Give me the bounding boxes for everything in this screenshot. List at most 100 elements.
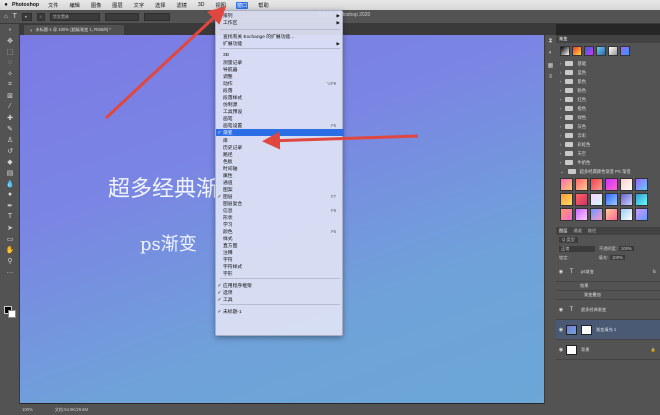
window-menu-item[interactable]: 工作区 ▶ [216,19,344,27]
window-menu-item[interactable]: 测量记录 [216,59,344,66]
gradient-preset[interactable] [575,178,588,191]
pen-tool-icon[interactable]: ✒ [0,200,20,211]
gradient-preset[interactable] [560,208,573,221]
collapse-icon[interactable]: » [0,24,20,35]
window-menu-item[interactable]: 画笔设置 F5 [216,122,344,129]
layer-effect-item[interactable]: 渐变叠加 [556,291,660,300]
gradient-folder[interactable]: › 灰色 [556,122,660,131]
move-tool-icon[interactable]: ✥ [0,35,20,46]
gradient-preset[interactable] [605,208,618,221]
font-style-select[interactable] [104,12,139,21]
menu-layer[interactable]: 图层 [111,2,123,9]
menu-help[interactable]: 帮助 [257,2,269,9]
close-icon[interactable]: × [30,28,32,33]
gradient-folder[interactable]: › 彩虹色 [556,140,660,149]
window-menu-item[interactable]: 工具预设 [216,108,344,115]
gradient-preset[interactable] [635,193,648,206]
gradient-folder[interactable]: › 基础 [556,59,660,68]
gradient-preset[interactable] [620,193,633,206]
gradient-preset[interactable] [635,208,648,221]
gradient-preset[interactable] [575,208,588,221]
window-menu-item[interactable]: 画笔 [216,115,344,122]
text-orientation-icon[interactable]: ↕ [36,12,45,21]
magic-wand-icon[interactable]: ✧ [0,68,20,79]
window-menu-item[interactable]: ✓ 图层 F7 [216,193,344,201]
window-menu-item[interactable]: 段落 [216,87,344,94]
menu-select[interactable]: 选择 [154,2,166,9]
window-menu-item[interactable]: 3D [216,52,344,59]
window-menu-item[interactable]: 历史记录 [216,144,344,151]
gradient-folder[interactable]: › 牛奶色 [556,158,660,167]
document-info[interactable]: 文档:54.9K/29.6M [55,407,88,413]
eyedropper-icon[interactable]: ⁄ [0,101,20,112]
layer-row-selected[interactable]: ◉ 渐变填充 1 [556,320,660,340]
fill-value[interactable]: 100% [610,255,625,260]
blur-tool-icon[interactable]: 💧 [0,178,20,189]
gradient-swatch[interactable] [620,46,630,56]
menu-file[interactable]: 文件 [47,2,59,9]
color-panel-icon[interactable]: ◐ [545,47,556,59]
hand-tool-icon[interactable]: ✋ [0,244,20,255]
tool-preset-dropdown[interactable]: ▾ [21,12,32,21]
background-color-swatch[interactable] [8,310,16,318]
window-menu-item[interactable]: 排列 ▶ [216,12,344,20]
window-menu-item[interactable]: 时间轴 [216,165,344,172]
window-menu-item[interactable]: 注释 [216,249,344,256]
menu-view[interactable]: 视图 [214,2,226,9]
gradient-preset[interactable] [605,178,618,191]
window-menu-item[interactable]: 字符样式 [216,263,344,270]
gradient-folder[interactable]: › 绿色 [556,113,660,122]
window-menu-item[interactable]: 导航器 [216,66,344,73]
window-menu-item[interactable]: 图案 [216,186,344,193]
window-menu-item[interactable]: 路径 [216,151,344,158]
history-panel-icon[interactable]: ⧗ [545,35,556,47]
font-size-select[interactable] [143,12,170,21]
gradient-folder[interactable]: › 红色 [556,95,660,104]
healing-brush-icon[interactable]: ✚ [0,112,20,123]
properties-panel-icon[interactable]: ≡ [545,71,556,83]
brush-tool-icon[interactable]: ✎ [0,123,20,134]
eye-icon[interactable]: ◉ [556,307,566,313]
tab-channels[interactable]: 通道 [573,228,581,234]
gradient-folder[interactable]: › 蓝色 [556,68,660,77]
tab-paths[interactable]: 路径 [588,228,596,234]
canvas-text-title[interactable]: 超多经典渐 [108,171,218,203]
window-menu-item[interactable]: 信息 F8 [216,207,344,214]
window-menu-item[interactable]: 样式 [216,235,344,242]
window-menu-item[interactable]: 颜色 F6 [216,228,344,235]
window-menu-item[interactable]: 库 [216,137,344,144]
eye-icon[interactable]: ◉ [556,269,566,275]
gradient-swatch[interactable] [584,46,594,56]
layer-row[interactable]: ◉ T 超多经典渐变 [556,300,660,320]
menu-3d[interactable]: 3D [197,2,206,8]
window-menu-item[interactable]: 查找有关 Exchange 的扩展功能... [216,33,344,40]
window-menu-item[interactable]: 直方图 [216,242,344,249]
gradient-preset[interactable] [575,193,588,206]
gradient-swatch[interactable] [596,46,606,56]
gradient-preset[interactable] [590,178,603,191]
window-menu-item[interactable]: ✓ 渐变 [216,129,344,136]
tab-layers[interactable]: 图层 [559,228,567,234]
gradient-folder[interactable]: › 橙色 [556,104,660,113]
gradient-folder-expanded[interactable]: ⌄ 超多经典颜色渐变 PS 渐变 [556,167,660,176]
window-menu-item[interactable]: ✓ 工具 [216,296,344,304]
type-tool-sidebar-icon[interactable]: T [0,211,20,222]
window-menu-item[interactable]: 动作 ⌥F9 [216,80,344,87]
stamp-tool-icon[interactable]: ♙ [0,134,20,145]
marquee-tool-icon[interactable]: ⬚ [0,46,20,57]
window-menu-item[interactable]: 段落样式 [216,94,344,101]
gradient-swatch[interactable] [560,46,570,56]
type-tool-icon[interactable]: T [13,13,17,20]
gradient-preset[interactable] [560,178,573,191]
window-menu-item[interactable]: 字形 [216,270,344,277]
window-menu-item[interactable]: ✓ 未标题-1 [216,308,344,316]
swatches-panel-icon[interactable]: ▦ [545,59,556,71]
gradient-swatch[interactable] [572,46,582,56]
home-icon[interactable]: ⌂ [4,14,8,20]
gradient-folder[interactable]: › 天空 [556,149,660,158]
lasso-tool-icon[interactable]: ◌ [0,57,20,68]
eye-icon[interactable]: ◉ [556,327,566,333]
layer-kind-filter[interactable]: Q 类型 [559,236,578,243]
tab-gradients[interactable]: 渐变 [559,36,567,42]
window-menu-item[interactable]: ✓ 应用程序框架 [216,282,344,290]
